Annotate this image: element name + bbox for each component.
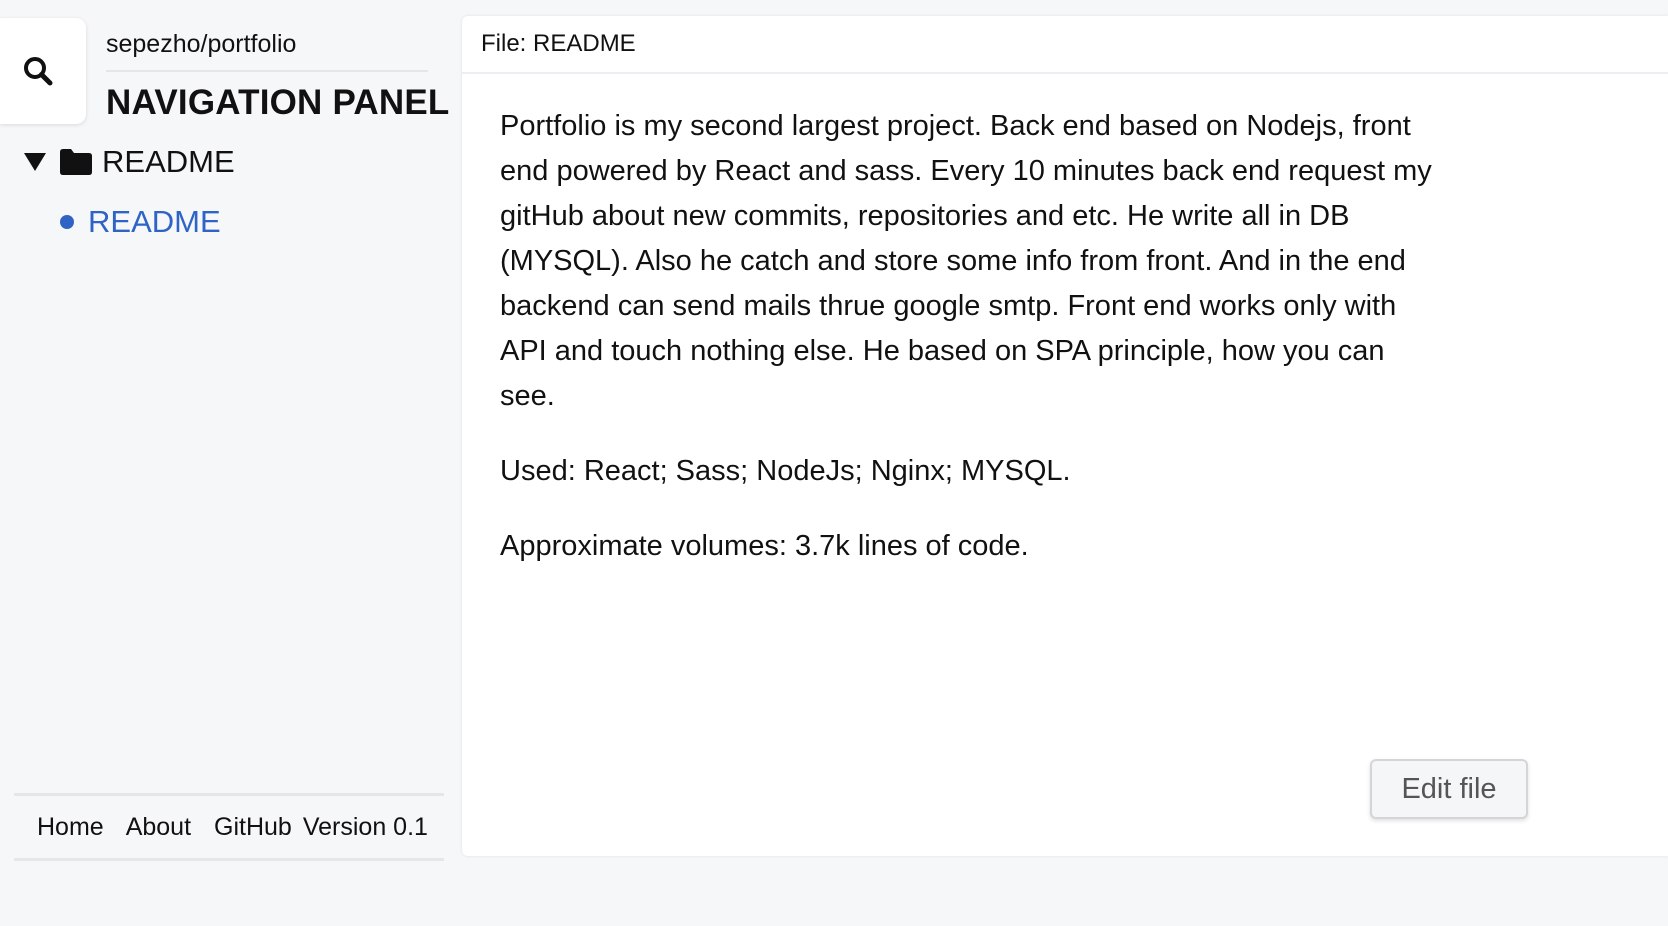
search-button[interactable] [0,18,86,124]
tree-file-readme[interactable]: README [60,200,221,244]
footer-link-home[interactable]: Home [37,813,104,842]
folder-icon [60,149,92,175]
tree-folder-label: README [102,144,235,179]
tree-file-label[interactable]: README [88,200,221,244]
version-label: Version 0.1 [302,812,428,841]
edit-file-button[interactable]: Edit file [1370,759,1528,819]
content-paragraph: Used: React; Sass; NodeJs; Nginx; MYSQL. [500,455,1071,487]
file-header: File: README [462,16,1668,74]
panel-title: NAVIGATION PANEL [106,83,450,122]
sidebar: sepezho/portfolio NAVIGATION PANEL READM… [0,0,462,926]
app-root: sepezho/portfolio NAVIGATION PANEL READM… [0,0,1668,926]
content-paragraph: Portfolio is my second largest project. … [500,110,1432,412]
active-dot-icon [60,215,74,229]
search-icon [24,57,53,86]
tree-folder-readme[interactable]: README [24,140,235,184]
footer-link-about[interactable]: About [126,813,191,842]
file-content: Portfolio is my second largest project. … [500,104,1440,569]
repo-name: sepezho/portfolio [106,26,428,72]
footer-nav: Home About GitHub Version 0.1 [14,793,444,861]
file-view: File: README Portfolio is my second larg… [462,16,1668,856]
caret-down-icon[interactable] [24,153,46,171]
footer-link-github[interactable]: GitHub [214,813,292,842]
content-paragraph: Approximate volumes: 3.7k lines of code. [500,530,1029,562]
